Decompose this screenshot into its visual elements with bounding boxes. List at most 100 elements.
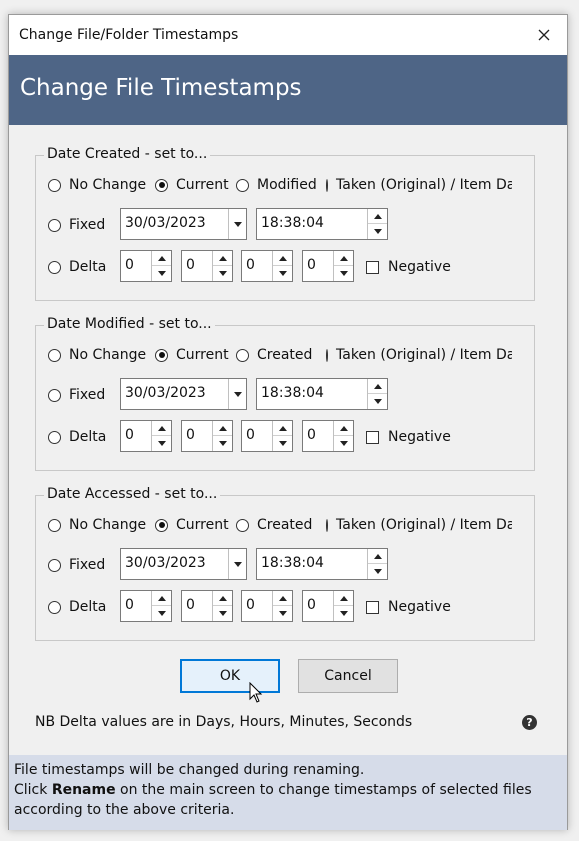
delta-spinner[interactable] <box>212 421 232 451</box>
date-created-radio-current[interactable]: Current <box>155 170 229 200</box>
date-dropdown-button[interactable] <box>228 549 246 579</box>
date-modified-delta-field-3[interactable]: 0 <box>241 420 293 452</box>
spin-up-button[interactable] <box>273 251 292 266</box>
spin-down-button[interactable] <box>213 266 232 281</box>
date-accessed-radio-fixed[interactable]: Fixed <box>48 550 105 580</box>
date-modified-delta-field-2[interactable]: 0 <box>181 420 233 452</box>
date-modified-time-field[interactable]: 18:38:04 <box>256 378 388 410</box>
date-accessed-radio-no-change[interactable]: No Change <box>48 510 146 540</box>
date-accessed-delta-row: Delta 0 0 0 0 Negative <box>48 590 528 624</box>
date-dropdown-button[interactable] <box>228 209 246 239</box>
spin-up-button[interactable] <box>152 421 171 436</box>
spin-down-button[interactable] <box>213 436 232 451</box>
spin-down-button[interactable] <box>273 436 292 451</box>
date-modified-radio-no-change[interactable]: No Change <box>48 340 146 370</box>
spin-up-button[interactable] <box>273 421 292 436</box>
delta-spinner[interactable] <box>272 251 292 281</box>
radio-indicator <box>236 178 249 192</box>
date-modified-radio-third-option[interactable]: Created <box>236 340 312 370</box>
date-accessed-delta-field-1[interactable]: 0 <box>120 590 172 622</box>
date-created-time-field[interactable]: 18:38:04 <box>256 208 388 240</box>
spin-up-button[interactable] <box>213 591 232 606</box>
spin-up-button[interactable] <box>368 379 387 394</box>
date-created-radio-no-change[interactable]: No Change <box>48 170 146 200</box>
spin-up-button[interactable] <box>152 251 171 266</box>
delta-value: 0 <box>125 257 134 273</box>
spin-up-button[interactable] <box>273 591 292 606</box>
date-created-delta-field-3[interactable]: 0 <box>241 250 293 282</box>
spin-down-button[interactable] <box>368 394 387 409</box>
delta-spinner[interactable] <box>333 251 353 281</box>
date-accessed-negative-checkbox[interactable]: Negative <box>366 592 451 622</box>
spin-up-button[interactable] <box>152 591 171 606</box>
spin-down-button[interactable] <box>213 606 232 621</box>
date-modified-negative-checkbox[interactable]: Negative <box>366 422 451 452</box>
delta-spinner[interactable] <box>151 591 171 621</box>
time-spinner[interactable] <box>367 379 387 409</box>
time-spinner[interactable] <box>367 549 387 579</box>
spin-down-button[interactable] <box>152 436 171 451</box>
date-modified-radio-delta[interactable]: Delta <box>48 422 106 452</box>
date-accessed-radio-third-option[interactable]: Created <box>236 510 312 540</box>
date-created-delta-field-1[interactable]: 0 <box>120 250 172 282</box>
spin-up-button[interactable] <box>334 591 353 606</box>
date-created-date-picker[interactable]: 30/03/2023 <box>120 208 247 240</box>
date-accessed-radio-current[interactable]: Current <box>155 510 229 540</box>
time-spinner[interactable] <box>367 209 387 239</box>
spin-up-button[interactable] <box>213 251 232 266</box>
spin-down-button[interactable] <box>368 224 387 239</box>
help-icon[interactable]: ? <box>522 715 537 730</box>
spin-up-button[interactable] <box>334 251 353 266</box>
spin-up-button[interactable] <box>334 421 353 436</box>
date-modified-delta-field-1[interactable]: 0 <box>120 420 172 452</box>
arrow-up-icon <box>157 595 166 601</box>
date-accessed-delta-field-2[interactable]: 0 <box>181 590 233 622</box>
date-accessed-delta-field-3[interactable]: 0 <box>241 590 293 622</box>
spin-up-button[interactable] <box>213 421 232 436</box>
delta-spinner[interactable] <box>212 251 232 281</box>
spin-down-button[interactable] <box>152 606 171 621</box>
date-accessed-time-field[interactable]: 18:38:04 <box>256 548 388 580</box>
spin-up-button[interactable] <box>368 549 387 564</box>
spin-down-button[interactable] <box>368 564 387 579</box>
arrow-down-icon <box>278 611 287 616</box>
delta-spinner[interactable] <box>212 591 232 621</box>
spin-down-button[interactable] <box>152 266 171 281</box>
radio-label: Fixed <box>69 557 106 573</box>
date-created-radio-taken[interactable]: Taken (Original) / Item Date <box>326 170 512 200</box>
date-created-radio-delta[interactable]: Delta <box>48 252 106 282</box>
date-dropdown-button[interactable] <box>228 379 246 409</box>
radio-label: No Change <box>69 517 147 533</box>
date-modified-date-picker[interactable]: 30/03/2023 <box>120 378 247 410</box>
date-accessed-radio-taken[interactable]: Taken (Original) / Item Date <box>326 510 512 540</box>
spin-down-button[interactable] <box>273 266 292 281</box>
date-created-radio-fixed[interactable]: Fixed <box>48 210 105 240</box>
spin-up-button[interactable] <box>368 209 387 224</box>
spin-down-button[interactable] <box>334 436 353 451</box>
cancel-button[interactable]: Cancel <box>298 659 398 693</box>
delta-spinner[interactable] <box>333 591 353 621</box>
date-modified-radio-taken[interactable]: Taken (Original) / Item Date <box>326 340 512 370</box>
delta-spinner[interactable] <box>272 591 292 621</box>
delta-spinner[interactable] <box>151 421 171 451</box>
spin-down-button[interactable] <box>334 606 353 621</box>
spin-down-button[interactable] <box>273 606 292 621</box>
delta-spinner[interactable] <box>272 421 292 451</box>
date-modified-radio-fixed[interactable]: Fixed <box>48 380 105 410</box>
ok-button[interactable]: OK <box>180 659 280 693</box>
date-created-radio-third-option[interactable]: Modified <box>236 170 317 200</box>
delta-spinner[interactable] <box>151 251 171 281</box>
date-created-negative-checkbox[interactable]: Negative <box>366 252 451 282</box>
delta-spinner[interactable] <box>333 421 353 451</box>
time-value: 18:38:04 <box>261 215 324 231</box>
date-created-delta-field-2[interactable]: 0 <box>181 250 233 282</box>
spin-down-button[interactable] <box>334 266 353 281</box>
date-modified-radio-current[interactable]: Current <box>155 340 229 370</box>
date-modified-delta-field-4[interactable]: 0 <box>302 420 354 452</box>
close-button[interactable] <box>521 15 567 55</box>
date-modified-fixed-row: Fixed 30/03/2023 18:38:04 <box>48 378 528 412</box>
date-accessed-date-picker[interactable]: 30/03/2023 <box>120 548 247 580</box>
date-accessed-delta-field-4[interactable]: 0 <box>302 590 354 622</box>
date-created-delta-field-4[interactable]: 0 <box>302 250 354 282</box>
date-accessed-radio-delta[interactable]: Delta <box>48 592 106 622</box>
